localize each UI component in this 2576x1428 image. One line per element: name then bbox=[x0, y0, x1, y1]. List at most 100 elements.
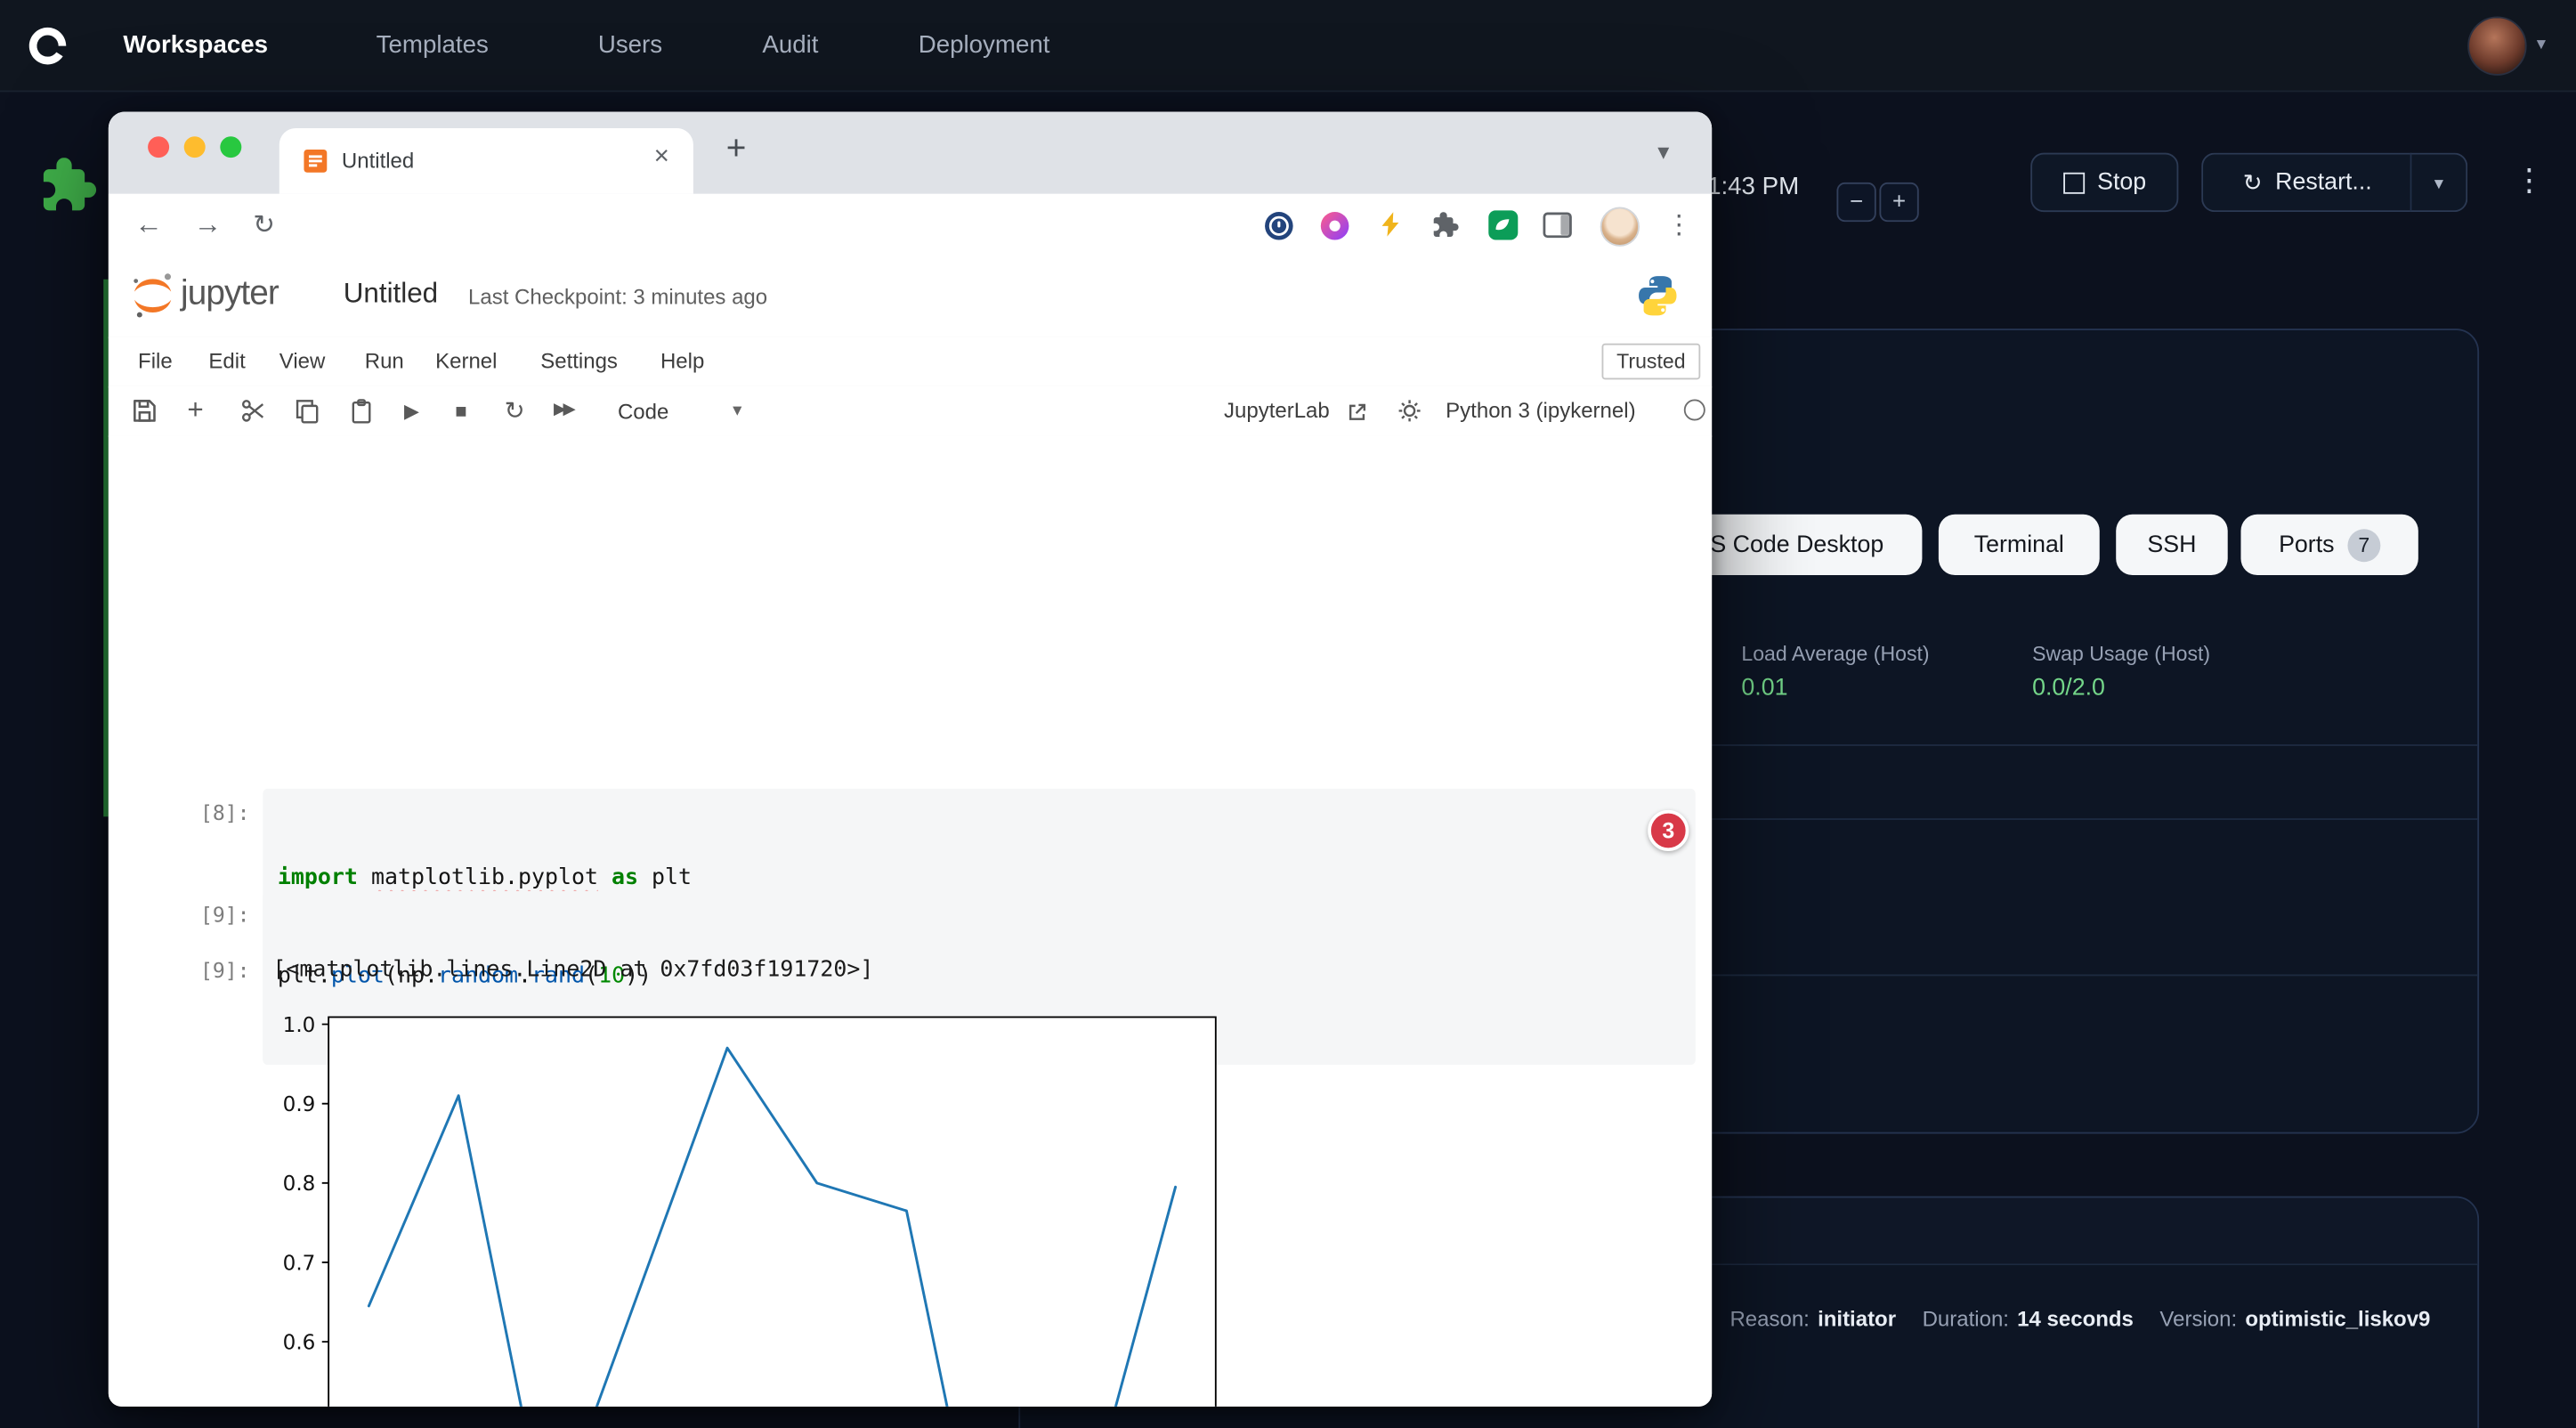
browser-menu-icon[interactable]: ⋮ bbox=[1665, 208, 1692, 241]
save-icon[interactable] bbox=[132, 398, 158, 425]
menu-help[interactable]: Help bbox=[660, 348, 704, 373]
svg-text:1.0: 1.0 bbox=[283, 1014, 316, 1037]
jupyter-menubar: File Edit View Run Kernel Settings Help … bbox=[109, 337, 1712, 387]
password-manager-extension-icon[interactable] bbox=[1263, 210, 1294, 249]
open-in-jupyterlab-link[interactable]: JupyterLab bbox=[1224, 398, 1330, 423]
jupyter-header: jupyter Untitled Last Checkpoint: 3 minu… bbox=[109, 260, 1712, 339]
svg-text:0.6: 0.6 bbox=[283, 1331, 316, 1354]
matplotlib-figure: 0.20.30.40.50.60.70.80.91.002468 bbox=[266, 997, 1284, 1407]
top-nav: Workspaces Templates Users Audit Deploym… bbox=[0, 0, 2576, 92]
ssh-button[interactable]: SSH bbox=[2116, 515, 2228, 575]
nav-item-deployment[interactable]: Deployment bbox=[919, 0, 1050, 91]
interrupt-kernel-icon[interactable]: ■ bbox=[455, 399, 466, 422]
bolt-extension-icon[interactable] bbox=[1377, 210, 1405, 247]
chevron-down-icon[interactable]: ▾ bbox=[733, 399, 741, 420]
nav-item-audit[interactable]: Audit bbox=[762, 0, 818, 91]
svg-text:0.8: 0.8 bbox=[283, 1172, 316, 1196]
ports-button[interactable]: Ports 7 bbox=[2240, 515, 2418, 575]
restart-options-button[interactable]: ▾ bbox=[2410, 153, 2468, 212]
reason-value: initiator bbox=[1818, 1306, 1896, 1331]
coder-logo[interactable] bbox=[23, 21, 72, 70]
notebook-toolbar: + ▶ ■ ↻ ▶▶ Code ▾ JupyterLab bbox=[109, 386, 1712, 437]
nav-item-templates[interactable]: Templates bbox=[377, 0, 489, 91]
notification-badge: 3 bbox=[1648, 810, 1689, 851]
menu-view[interactable]: View bbox=[279, 348, 326, 373]
run-cell-icon[interactable]: ▶ bbox=[404, 399, 419, 422]
stop-workspace-button[interactable]: Stop bbox=[2030, 153, 2178, 212]
leaf-extension-icon[interactable] bbox=[1488, 210, 1518, 247]
app-puzzle-icon[interactable] bbox=[41, 158, 97, 214]
output-prompt: [9]: bbox=[158, 958, 249, 983]
code-token: plt bbox=[652, 864, 692, 891]
version-label: Version: bbox=[2159, 1306, 2237, 1331]
chevron-down-icon: ▾ bbox=[2434, 172, 2443, 193]
notebook-content: [8]: import matplotlib.pyplot as plt imp… bbox=[109, 435, 1712, 1407]
tab-title: Untitled bbox=[342, 148, 414, 173]
browser-tab[interactable]: Untitled × bbox=[279, 128, 693, 194]
tab-search-chevron-icon[interactable]: ▾ bbox=[1657, 138, 1669, 166]
forward-icon[interactable]: → bbox=[194, 208, 222, 241]
ports-label: Ports bbox=[2279, 531, 2334, 558]
zoom-in-button[interactable]: + bbox=[1879, 183, 1918, 222]
side-panel-icon[interactable] bbox=[1543, 212, 1572, 247]
cell-type-dropdown[interactable]: Code bbox=[618, 398, 668, 427]
gear-icon[interactable] bbox=[1397, 398, 1423, 425]
notebook-favicon bbox=[303, 148, 329, 174]
menu-file[interactable]: File bbox=[138, 348, 173, 373]
swap-usage-label: Swap Usage (Host) bbox=[2032, 643, 2210, 666]
browser-profile-avatar[interactable] bbox=[1600, 207, 1640, 247]
svg-text:0.7: 0.7 bbox=[283, 1252, 316, 1275]
minimize-window-button[interactable] bbox=[184, 136, 206, 158]
close-window-button[interactable] bbox=[148, 136, 169, 158]
user-avatar[interactable] bbox=[2467, 16, 2526, 75]
chevron-down-icon[interactable]: ▾ bbox=[2537, 33, 2546, 54]
svg-text:0.9: 0.9 bbox=[283, 1093, 316, 1116]
copy-cell-icon[interactable] bbox=[294, 398, 320, 425]
menu-edit[interactable]: Edit bbox=[208, 348, 245, 373]
load-average-label: Load Average (Host) bbox=[1741, 643, 1929, 666]
restart-kernel-icon[interactable]: ↻ bbox=[505, 396, 525, 426]
ssh-label: SSH bbox=[2147, 531, 2196, 558]
extensions-puzzle-icon[interactable] bbox=[1432, 212, 1459, 247]
add-cell-icon[interactable]: + bbox=[187, 394, 203, 427]
browser-tab-strip: Untitled × + ▾ bbox=[109, 112, 1712, 194]
terminal-button[interactable]: Terminal bbox=[1939, 515, 2100, 575]
load-average-value: 0.01 bbox=[1741, 676, 1787, 702]
jupyter-brand[interactable]: jupyter bbox=[181, 274, 279, 313]
version-value: optimistic_liskov9 bbox=[2245, 1306, 2430, 1331]
kernel-name[interactable]: Python 3 (ipykernel) bbox=[1446, 398, 1635, 423]
nav-item-users[interactable]: Users bbox=[598, 0, 662, 91]
jupyter-logo-icon[interactable] bbox=[128, 272, 177, 329]
maximize-window-button[interactable] bbox=[220, 136, 241, 158]
notebook-title[interactable]: Untitled bbox=[344, 278, 438, 311]
duration-label: Duration: bbox=[1923, 1306, 2009, 1331]
kernel-status-indicator bbox=[1684, 399, 1705, 420]
paste-cell-icon[interactable] bbox=[348, 398, 375, 425]
reload-icon[interactable]: ↻ bbox=[253, 208, 275, 241]
back-icon[interactable]: ← bbox=[134, 208, 162, 241]
trusted-button[interactable]: Trusted bbox=[1602, 344, 1701, 380]
browser-toolbar: ← → ↻ 5555--main--test--matifali.atif.cd… bbox=[109, 194, 1712, 260]
zoom-out-button[interactable]: − bbox=[1836, 183, 1875, 222]
menu-kernel[interactable]: Kernel bbox=[435, 348, 497, 373]
nav-item-workspaces[interactable]: Workspaces bbox=[123, 0, 268, 91]
external-link-icon[interactable] bbox=[1347, 401, 1366, 420]
cell-output-text: [<matplotlib.lines.Line2D at 0x7fd03f191… bbox=[272, 956, 873, 983]
build-info-row: Reason:initiator Duration:14 seconds Ver… bbox=[1729, 1306, 2430, 1331]
menu-settings[interactable]: Settings bbox=[540, 348, 618, 373]
restart-label: Restart... bbox=[2275, 169, 2372, 196]
workspace-menu-button[interactable]: ⋮ bbox=[2514, 163, 2545, 200]
ports-count-badge: 7 bbox=[2347, 528, 2380, 561]
code-token: as bbox=[598, 864, 652, 891]
stop-label: Stop bbox=[2097, 169, 2146, 196]
reason-label: Reason: bbox=[1729, 1306, 1809, 1331]
restart-workspace-button[interactable]: ↻ Restart... bbox=[2201, 153, 2411, 212]
restart-run-all-icon[interactable]: ▶▶ bbox=[554, 401, 572, 418]
terminal-label: Terminal bbox=[1974, 531, 2064, 558]
cut-cell-icon[interactable] bbox=[239, 398, 266, 425]
close-tab-icon[interactable]: × bbox=[654, 143, 669, 173]
new-tab-button[interactable]: + bbox=[726, 130, 747, 169]
menu-run[interactable]: Run bbox=[365, 348, 404, 373]
extension-icon[interactable] bbox=[1319, 210, 1350, 249]
browser-window: Untitled × + ▾ ← → ↻ 5555--main--test--m… bbox=[109, 112, 1712, 1407]
